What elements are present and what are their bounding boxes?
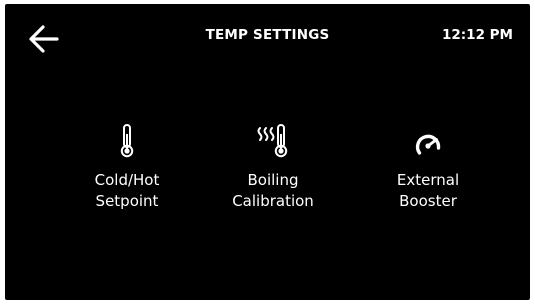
cold-hot-setpoint-label: Cold/Hot Setpoint	[57, 170, 197, 212]
gauge-icon	[398, 122, 458, 160]
cold-hot-setpoint-label-line2: Setpoint	[95, 192, 159, 210]
external-booster-label-line2: Booster	[399, 192, 457, 210]
temp-settings-panel: TEMP SETTINGS 12:12 PM Cold/Hot Setpoint	[5, 4, 530, 300]
external-booster-label: External Booster	[358, 170, 498, 212]
external-booster-label-line1: External	[396, 171, 460, 189]
external-booster-button[interactable]: External Booster	[358, 122, 498, 222]
heat-thermometer-icon	[243, 122, 303, 160]
device-screen: TEMP SETTINGS 12:12 PM Cold/Hot Setpoint	[0, 0, 535, 305]
clock-time: 12:12 PM	[441, 27, 513, 43]
cold-hot-setpoint-button[interactable]: Cold/Hot Setpoint	[57, 122, 197, 222]
thermometer-icon	[97, 122, 157, 160]
boiling-calibration-button[interactable]: Boiling Calibration	[203, 122, 343, 222]
boiling-calibration-label-line2: Calibration	[232, 192, 314, 210]
boiling-calibration-label-line1: Boiling	[247, 171, 299, 189]
cold-hot-setpoint-label-line1: Cold/Hot	[94, 171, 160, 189]
boiling-calibration-label: Boiling Calibration	[203, 170, 343, 212]
